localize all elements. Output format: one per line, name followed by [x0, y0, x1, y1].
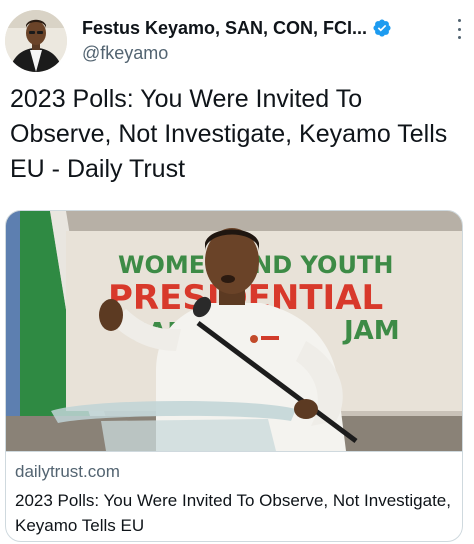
author-handle[interactable]: @fkeyamo	[82, 43, 168, 64]
tweet-header: Festus Keyamo, SAN, CON, FCI... @fkeyamo	[0, 0, 474, 74]
more-options-icon[interactable]	[452, 19, 466, 39]
card-title: 2023 Polls: You Were Invited To Observe,…	[15, 491, 451, 535]
more-dot	[457, 19, 461, 22]
link-preview-card[interactable]: WOMEN AND YOUTH PRESIDENTIAL CAMPAIGN JA…	[5, 210, 463, 542]
card-footer[interactable]: dailytrust.com 2023 Polls: You Were Invi…	[6, 451, 462, 541]
author-name-row[interactable]: Festus Keyamo, SAN, CON, FCI...	[82, 16, 392, 40]
avatar-image	[5, 10, 67, 72]
more-dot	[457, 36, 461, 39]
more-dot	[457, 27, 461, 31]
verified-badge-icon	[373, 19, 391, 37]
avatar[interactable]	[5, 10, 67, 72]
banner-line-4: JAM	[342, 316, 400, 346]
author-display-name[interactable]: Festus Keyamo, SAN, CON, FCI...	[82, 18, 367, 39]
tweet-text: 2023 Polls: You Were Invited To Observe,…	[10, 85, 448, 183]
card-image[interactable]: WOMEN AND YOUTH PRESIDENTIAL CAMPAIGN JA…	[6, 211, 462, 451]
card-domain: dailytrust.com	[15, 462, 120, 481]
